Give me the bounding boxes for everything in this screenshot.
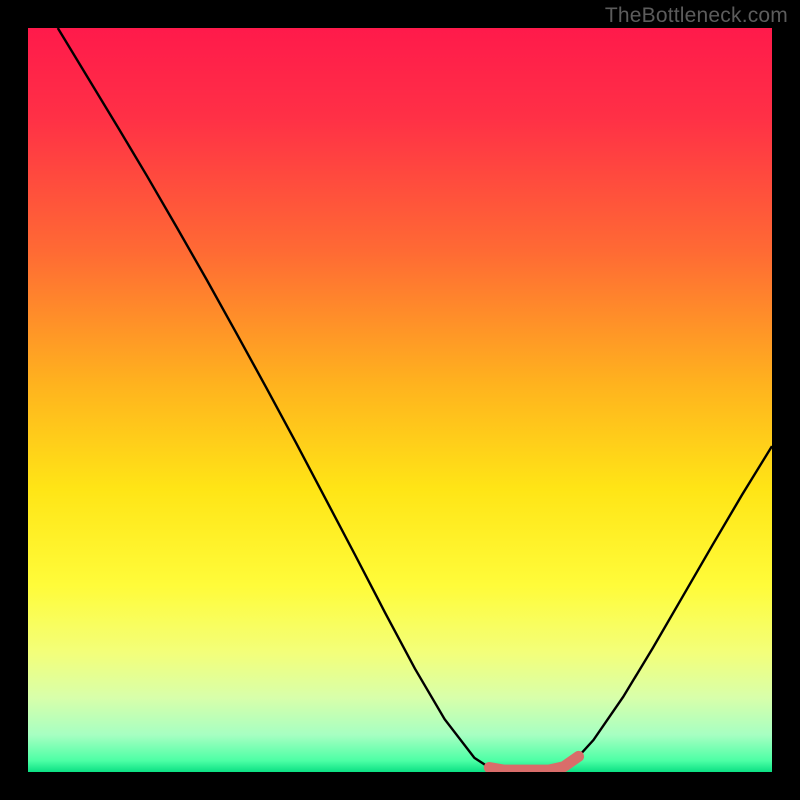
- chart-frame: TheBottleneck.com: [0, 0, 800, 800]
- bottleneck-curve-svg: [28, 28, 772, 772]
- attribution-text: TheBottleneck.com: [605, 4, 788, 28]
- plot-area: [28, 28, 772, 772]
- bottleneck-curve: [58, 28, 772, 772]
- optimal-zone-highlight: [489, 756, 578, 770]
